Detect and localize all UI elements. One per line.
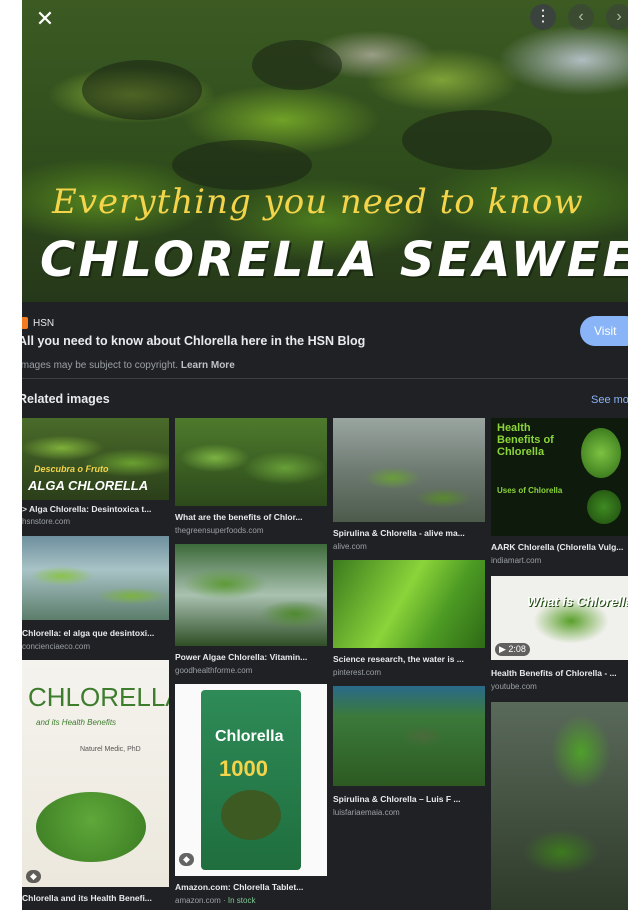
related-domain: goodhealthforme.com — [175, 666, 253, 675]
thumbnail-shape — [587, 490, 621, 524]
related-image-tile[interactable]: Power Algae Chlorella: Vitamin... goodhe… — [175, 544, 327, 680]
related-caption: Spirulina & Chlorella - alive ma... — [333, 528, 465, 538]
thumbnail-overlay-title: CHLORELLA — [28, 682, 169, 712]
related-thumbnail — [491, 702, 628, 910]
related-image-tile[interactable] — [491, 702, 628, 910]
related-thumbnail: Chlorella 1000 ◆ — [175, 684, 327, 876]
hero-title-text: CHLORELLA SEAWEED — [40, 232, 628, 288]
related-domain: amazon.com — [175, 896, 221, 905]
image-viewer-panel: ✕ ⋮ ‹ › Everything you need to know CHLO… — [22, 0, 628, 910]
related-caption: What are the benefits of Chlor... — [175, 512, 303, 522]
copyright-notice: Images may be subject to copyright. Lear… — [22, 360, 235, 371]
related-thumbnail — [22, 536, 169, 620]
thumbnail-shape — [581, 428, 621, 478]
related-image-tile[interactable]: Spirulina & Chlorella – Luis F ... luisf… — [333, 686, 485, 820]
related-caption: Health Benefits of Chlorella - ... — [491, 668, 617, 678]
close-icon[interactable]: ✕ — [34, 8, 56, 30]
related-domain: luisfariaemaia.com — [333, 808, 400, 817]
related-image-tile[interactable]: Spirulina & Chlorella - alive ma... aliv… — [333, 418, 485, 552]
related-caption: Chlorella: el alga que desintoxi... — [22, 628, 155, 638]
thumbnail-overlay-subtitle: Uses of Chlorella — [497, 486, 563, 495]
related-thumbnail — [175, 544, 327, 646]
learn-more-link[interactable]: Learn More — [181, 360, 235, 371]
rock-shape — [402, 110, 552, 170]
related-images-heading: Related images — [22, 392, 110, 406]
related-caption: Chlorella and its Health Benefi... — [22, 893, 152, 903]
package-name: Chlorella — [215, 728, 284, 745]
related-caption: Power Algae Chlorella: Vitamin... — [175, 652, 308, 662]
related-image-tile[interactable]: What is Chlorella? ▶ 2:08 Health Benefit… — [491, 576, 628, 694]
related-domain: thegreensuperfoods.com — [175, 526, 264, 535]
visit-button[interactable]: Visit — [580, 316, 628, 346]
package-shape: Chlorella 1000 — [201, 690, 301, 870]
related-domain: concienciaeco.com — [22, 642, 91, 651]
package-count: 1000 — [219, 756, 268, 781]
hero-image[interactable]: ✕ ⋮ ‹ › Everything you need to know CHLO… — [22, 0, 628, 302]
thumbnail-overlay-title: What is Chlorella? — [527, 594, 628, 609]
related-caption: > Alga Chlorella: Desintoxica t... — [22, 504, 152, 514]
related-thumbnail: Descubra o Fruto ALGA CHLORELLA — [22, 418, 169, 500]
copyright-text: Images may be subject to copyright. — [22, 360, 179, 371]
rock-shape — [82, 60, 202, 120]
tag-icon: ◆ — [179, 853, 194, 866]
play-icon: ▶ 2:08 — [495, 643, 530, 656]
related-image-tile[interactable]: What are the benefits of Chlor... thegre… — [175, 418, 327, 540]
related-image-tile[interactable]: Science research, the water is ... pinte… — [333, 560, 485, 682]
related-image-tile[interactable]: Chlorella 1000 ◆ Amazon.com: Chlorella T… — [175, 684, 327, 910]
related-caption: Science research, the water is ... — [333, 654, 464, 664]
related-image-tile[interactable]: CHLORELLA and its Health Benefits Nature… — [22, 660, 169, 910]
related-domain: youtube.com — [491, 682, 537, 691]
hero-script-text: Everything you need to know — [52, 182, 584, 222]
stock-status: In stock — [227, 896, 256, 905]
rock-shape — [252, 40, 342, 90]
prev-icon[interactable]: ‹ — [568, 4, 594, 30]
related-caption: Spirulina & Chlorella – Luis F ... — [333, 794, 461, 804]
related-thumbnail: Health Benefits of Chlorella Uses of Chl… — [491, 418, 628, 536]
divider — [22, 378, 628, 379]
see-more-link[interactable]: See more — [591, 394, 628, 406]
source-name: HSN — [33, 317, 55, 329]
source-favicon-icon — [22, 317, 28, 329]
related-domain: indiamart.com — [491, 556, 542, 565]
thumbnail-overlay-text: Descubra o Fruto — [34, 464, 109, 474]
related-caption: Amazon.com: Chlorella Tablet... — [175, 882, 304, 892]
more-vert-icon[interactable]: ⋮ — [530, 4, 556, 30]
related-caption: AARK Chlorella (Chlorella Vulg... — [491, 542, 624, 552]
related-domain: alive.com — [333, 542, 367, 551]
related-domain-line: amazon.com · In stock — [175, 896, 256, 905]
related-image-tile[interactable]: Chlorella: el alga que desintoxi... conc… — [22, 536, 169, 654]
related-thumbnail — [333, 560, 485, 648]
tablets-shape — [221, 790, 281, 840]
next-icon[interactable]: › — [606, 4, 628, 30]
thumbnail-shape — [36, 792, 146, 862]
source-row[interactable]: HSN — [22, 315, 54, 331]
related-image-tile[interactable]: Descubra o Fruto ALGA CHLORELLA > Alga C… — [22, 418, 169, 530]
related-domain: pinterest.com — [333, 668, 382, 677]
related-thumbnail: What is Chlorella? ▶ 2:08 — [491, 576, 628, 660]
page-title-link[interactable]: All you need to know about Chlorella her… — [22, 334, 365, 348]
related-thumbnail — [333, 418, 485, 522]
thumbnail-overlay-subtitle: and its Health Benefits — [36, 718, 117, 727]
related-image-tile[interactable]: Health Benefits of Chlorella Uses of Chl… — [491, 418, 628, 568]
tag-icon: ◆ — [26, 870, 41, 883]
thumbnail-overlay-title: Health Benefits of Chlorella — [497, 422, 554, 458]
related-thumbnail — [333, 686, 485, 786]
related-thumbnail — [175, 418, 327, 506]
video-duration: 2:08 — [508, 644, 526, 654]
related-thumbnail: CHLORELLA and its Health Benefits Nature… — [22, 660, 169, 887]
thumbnail-overlay-author: Naturel Medic, PhD — [80, 746, 141, 753]
related-domain: hsnstore.com — [22, 517, 71, 526]
thumbnail-overlay-title: ALGA CHLORELLA — [28, 478, 149, 493]
